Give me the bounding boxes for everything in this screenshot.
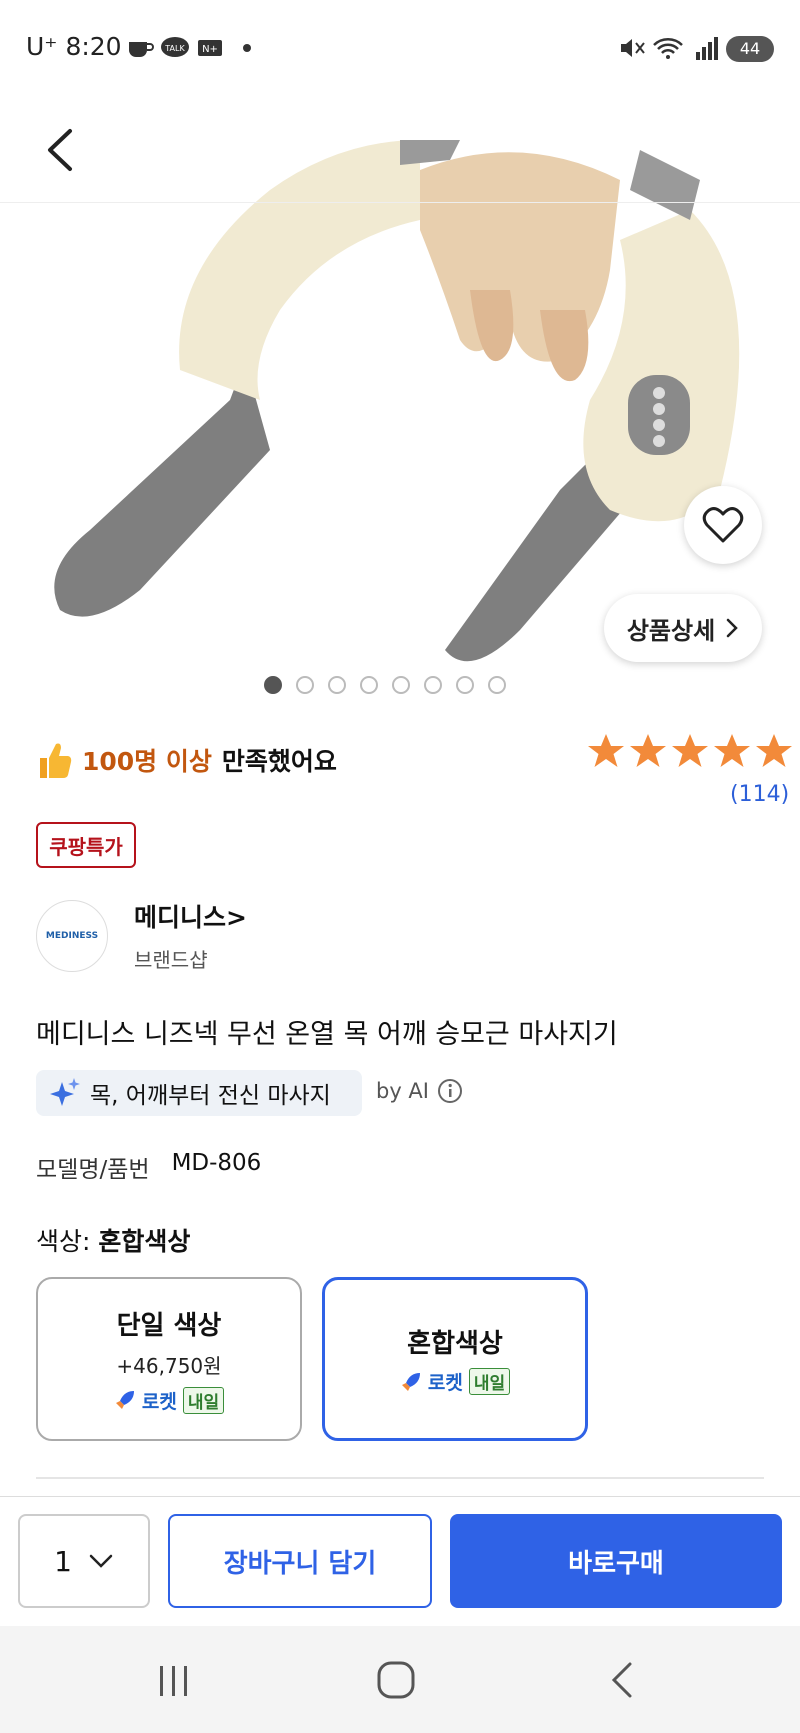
system-back-button[interactable] [592, 1650, 652, 1710]
option-title: 혼합색상 [407, 1329, 503, 1359]
add-to-cart-button[interactable]: 장바구니 담기 [168, 1514, 432, 1608]
option-mixed-color[interactable]: 혼합색상 로켓 내일 [322, 1277, 588, 1441]
thumbs-up-icon [40, 743, 72, 778]
rocket-icon [115, 1391, 134, 1409]
product-title: 메디니스 니즈넥 무선 온열 목 어깨 승모근 마사지기 [36, 1019, 618, 1050]
buy-now-button[interactable]: 바로구매 [450, 1514, 782, 1608]
rating-stars[interactable] [586, 732, 794, 770]
info-icon[interactable] [437, 1078, 463, 1104]
system-back-icon [611, 1662, 632, 1698]
sparkle-icon [50, 1078, 80, 1106]
pagination-dot[interactable] [424, 676, 442, 694]
svg-text:N+: N+ [202, 44, 218, 55]
rocket-label: 로켓 [141, 1390, 177, 1413]
home-icon [377, 1661, 415, 1699]
recent-apps-button[interactable] [144, 1650, 204, 1710]
model-number-row: 모델명/품번 MD-806 [36, 1150, 261, 1184]
svg-text:TALK: TALK [164, 44, 185, 53]
signal-icon [696, 37, 718, 60]
brand-shop-label: 브랜드샵 [134, 948, 208, 972]
chevron-down-icon [89, 1554, 113, 1568]
coupang-deal-badge: 쿠팡특가 [36, 822, 136, 868]
wifi-icon [653, 38, 683, 59]
rocket-delivery: 로켓 내일 [400, 1368, 511, 1395]
quantity-select[interactable]: 1 [18, 1514, 150, 1608]
back-button[interactable] [40, 125, 90, 185]
color-selection-label: 색상: 혼합색상 [36, 1222, 190, 1258]
product-detail-button[interactable]: 상품상세 [604, 594, 762, 662]
heart-icon [702, 507, 744, 543]
color-label: 색상: [36, 1227, 91, 1256]
option-single-color[interactable]: 단일 색상 +46,750원 로켓 내일 [36, 1277, 302, 1441]
ai-label-text: by AI [376, 1079, 429, 1103]
product-detail-label: 상품상세 [626, 616, 716, 645]
delivery-tomorrow-tag: 내일 [468, 1368, 511, 1395]
satisfaction-text: 만족했어요 [221, 747, 337, 776]
option-title: 단일 색상 [116, 1310, 222, 1341]
pagination-dot[interactable] [392, 676, 410, 694]
status-time: U⁺ 8:20 [26, 32, 122, 61]
chevron-right-icon [726, 618, 738, 638]
ai-summary-text: 목, 어깨부터 전신 마사지 [90, 1083, 331, 1109]
satisfaction-summary: 100명 이상 만족했어요 [36, 740, 337, 780]
satisfaction-highlight: 100명 이상 [82, 747, 212, 776]
naver-icon: N+ [198, 40, 222, 56]
notification-dot-icon [243, 44, 251, 52]
option-price: +46,750원 [116, 1353, 222, 1378]
ai-label: by AI [376, 1078, 463, 1104]
color-value: 혼합색상 [98, 1227, 191, 1256]
pagination-dot[interactable] [488, 676, 506, 694]
brand-logo[interactable]: MEDINESS [36, 900, 108, 972]
pagination-dot[interactable] [296, 676, 314, 694]
pagination-dot[interactable] [328, 676, 346, 694]
star-icon [756, 734, 792, 767]
talk-icon: TALK [161, 37, 189, 57]
model-value: MD-806 [171, 1150, 262, 1176]
star-icon [714, 734, 750, 767]
wishlist-button[interactable] [684, 486, 762, 564]
coffee-icon [129, 42, 154, 57]
star-icon [672, 734, 708, 767]
mute-icon [621, 39, 645, 57]
model-label: 모델명/품번 [36, 1157, 150, 1183]
home-button[interactable] [366, 1650, 426, 1710]
header-divider [0, 202, 800, 203]
delivery-tomorrow-tag: 내일 [182, 1386, 225, 1414]
ai-summary-chip[interactable]: 목, 어깨부터 전신 마사지 [36, 1070, 362, 1116]
pagination-dot[interactable] [264, 676, 282, 694]
review-count-link[interactable]: (114) [730, 782, 789, 807]
battery-indicator: 44 [726, 36, 774, 62]
back-arrow-icon [48, 129, 72, 171]
pagination-dot[interactable] [456, 676, 474, 694]
quantity-value: 1 [54, 1544, 72, 1578]
rocket-label: 로켓 [427, 1372, 463, 1394]
recent-apps-icon [160, 1666, 187, 1696]
rocket-delivery: 로켓 내일 [114, 1386, 225, 1414]
rocket-icon [401, 1372, 420, 1391]
star-icon [630, 734, 666, 767]
brand-name-link[interactable]: 메디니스> [134, 898, 247, 934]
pagination-dot[interactable] [360, 676, 378, 694]
image-pagination [264, 676, 506, 694]
options-divider [36, 1477, 764, 1479]
star-icon [588, 734, 624, 767]
